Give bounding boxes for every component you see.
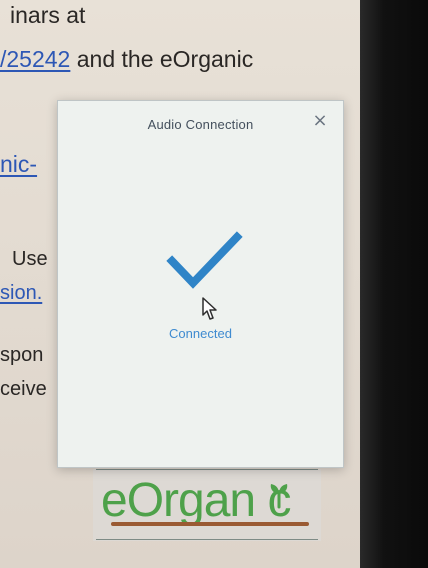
document-link-organic[interactable]: nic- <box>0 151 37 177</box>
logo-text: eOrgan c <box>101 474 291 527</box>
close-button[interactable]: × <box>310 111 330 131</box>
connection-status: Connected <box>169 326 232 341</box>
eorganic-logo: eOrgan c <box>93 469 321 541</box>
document-link-number[interactable]: /25242 <box>0 46 70 72</box>
logo-bottom-border <box>96 539 318 540</box>
document-line-3: nic- <box>0 151 37 178</box>
document-line-6: spon <box>0 344 43 367</box>
logo-soil-line <box>111 522 309 526</box>
logo-top-border <box>96 469 318 470</box>
document-text-line-1: inars at <box>10 2 86 28</box>
check-icon <box>166 231 243 289</box>
document-line-5: sion. <box>0 282 42 305</box>
audio-connection-dialog: Audio Connection × Connected <box>57 100 344 468</box>
document-line-2-rest: and the eOrganic <box>70 46 254 72</box>
close-icon: × <box>312 110 328 131</box>
monitor-edge <box>360 0 428 568</box>
document-line-2: /25242 and the eOrganic <box>0 46 253 73</box>
document-text-ceive: ceive <box>0 378 47 400</box>
document-link-session[interactable]: sion. <box>0 282 42 304</box>
sprout-icon <box>270 484 288 509</box>
document-line-4: Use <box>12 248 48 271</box>
document-text-use: Use <box>12 248 48 270</box>
document-line-7: ceive <box>0 378 47 401</box>
document-line-1: inars at <box>10 2 85 29</box>
dialog-title: Audio Connection <box>147 117 254 132</box>
document-text-spon: spon <box>0 344 44 366</box>
mouse-cursor-icon <box>202 297 217 320</box>
screenshot-stage: inars at /25242 and the eOrganic nic- Us… <box>0 0 428 568</box>
